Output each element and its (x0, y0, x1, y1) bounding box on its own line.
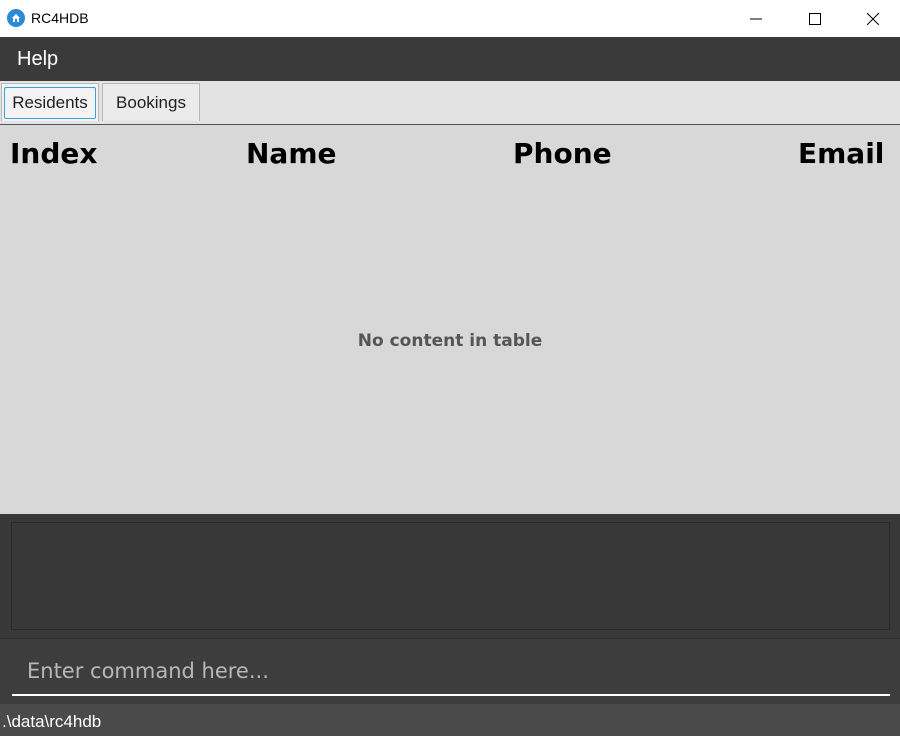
status-file-path: .\data\rc4hdb (2, 712, 102, 731)
home-icon (7, 9, 25, 27)
command-panel (0, 638, 900, 705)
status-bar: .\data\rc4hdb (0, 704, 900, 736)
tab-residents[interactable]: Residents (1, 83, 99, 121)
column-header-email[interactable]: Email (798, 137, 884, 171)
tab-bookings[interactable]: Bookings (102, 83, 200, 121)
column-header-name[interactable]: Name (246, 137, 337, 171)
command-input[interactable] (12, 647, 890, 696)
maximize-icon (809, 12, 821, 25)
residents-table[interactable]: Index Name Phone Email No content in tab… (0, 125, 900, 514)
minimize-icon (750, 18, 762, 19)
table-placeholder: No content in table (357, 331, 543, 351)
tab-bar: Residents Bookings (0, 81, 900, 125)
minimize-button[interactable] (727, 0, 785, 37)
title-bar: RC4HDB (0, 0, 900, 37)
result-display[interactable] (11, 522, 890, 630)
close-icon (867, 12, 879, 25)
tab-residents-label: Residents (12, 92, 88, 112)
close-button[interactable] (844, 0, 900, 37)
column-header-phone[interactable]: Phone (513, 137, 612, 171)
tab-bookings-label: Bookings (116, 92, 186, 112)
result-panel (0, 514, 900, 638)
column-header-index[interactable]: Index (10, 137, 97, 171)
menu-bar: Help (0, 37, 900, 81)
menu-item-help[interactable]: Help (17, 47, 58, 71)
maximize-button[interactable] (786, 0, 844, 37)
window-title: RC4HDB (31, 10, 89, 26)
